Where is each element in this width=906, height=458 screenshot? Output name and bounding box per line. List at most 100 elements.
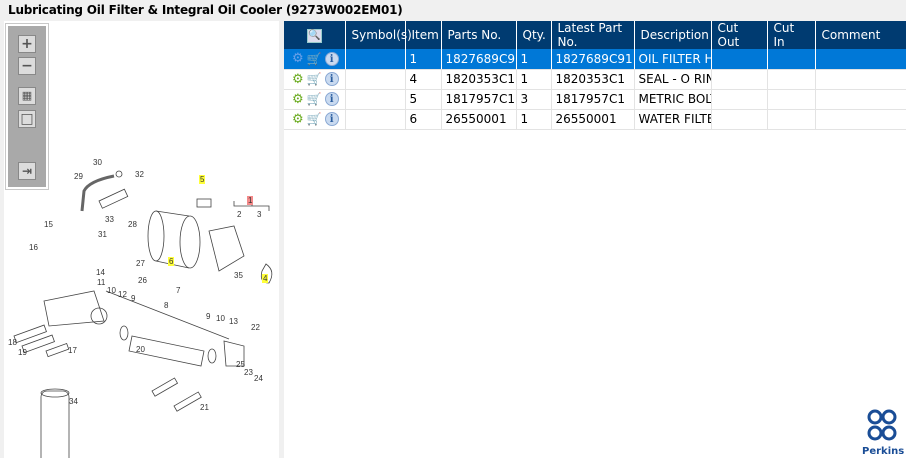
cell-symbols[interactable] xyxy=(345,89,406,110)
cell-qty[interactable]: 3 xyxy=(516,89,552,110)
cell-latest[interactable]: 1827689C91 xyxy=(551,49,635,70)
callout-27[interactable]: 27 xyxy=(136,259,145,268)
cell-comment[interactable] xyxy=(815,109,906,130)
cell-symbols[interactable] xyxy=(345,49,406,70)
table-row[interactable]: ⚙ 🛒 i 5 1817957C1 3 1817957C1 METRIC BOLT xyxy=(284,89,906,110)
callout-3[interactable]: 3 xyxy=(257,210,261,219)
cell-cut_out[interactable] xyxy=(711,89,768,110)
cell-cut_in[interactable] xyxy=(767,89,816,110)
callout-12[interactable]: 12 xyxy=(118,290,127,299)
callout-11[interactable]: 11 xyxy=(97,278,105,287)
header-parts-no[interactable]: Parts No. xyxy=(441,21,517,49)
callout-8[interactable]: 8 xyxy=(164,301,168,310)
callout-31[interactable]: 31 xyxy=(98,230,107,239)
callout-29[interactable]: 29 xyxy=(74,172,83,181)
export-button[interactable]: ⇥ xyxy=(18,162,36,180)
info-icon[interactable]: i xyxy=(324,92,339,106)
callout-20[interactable]: 20 xyxy=(136,345,145,354)
info-icon[interactable]: i xyxy=(324,51,339,66)
callout-24[interactable]: 24 xyxy=(254,374,263,383)
cell-item[interactable]: 4 xyxy=(405,69,442,90)
callout-28[interactable]: 28 xyxy=(128,220,137,229)
callout-23[interactable]: 23 xyxy=(244,368,253,377)
callout-16[interactable]: 16 xyxy=(29,243,38,252)
search-icon[interactable]: 🔍 xyxy=(306,29,322,43)
header-comment[interactable]: Comment xyxy=(815,21,906,49)
zoom-out-button[interactable]: − xyxy=(18,57,36,75)
fit-view-button[interactable]: ▦ xyxy=(18,87,36,105)
header-qty[interactable]: Qty. xyxy=(516,21,552,49)
cell-part[interactable]: 1820353C1 xyxy=(441,69,517,90)
callout-30[interactable]: 30 xyxy=(93,158,102,167)
cell-latest[interactable]: 1820353C1 xyxy=(551,69,635,90)
cell-symbols[interactable] xyxy=(345,109,406,130)
cart-icon[interactable]: 🛒 xyxy=(307,112,322,126)
callout-18[interactable]: 18 xyxy=(8,338,17,347)
cell-cut_out[interactable] xyxy=(711,49,768,70)
callout-1[interactable]: 1 xyxy=(247,196,254,205)
callout-35[interactable]: 35 xyxy=(234,271,243,280)
cell-qty[interactable]: 1 xyxy=(516,69,552,90)
callout-13[interactable]: 13 xyxy=(229,317,238,326)
cell-desc[interactable]: OIL FILTER HEA xyxy=(634,49,712,70)
callout-21[interactable]: 21 xyxy=(200,403,209,412)
callout-34[interactable]: 34 xyxy=(69,397,78,406)
cell-item[interactable]: 6 xyxy=(405,109,442,130)
cart-icon[interactable]: 🛒 xyxy=(307,92,322,106)
cell-desc[interactable]: METRIC BOLT xyxy=(634,89,712,110)
table-row[interactable]: ⚙🛒i626550001126550001WATER FILTER xyxy=(284,109,906,130)
cell-part[interactable]: 26550001 xyxy=(441,109,517,130)
cell-desc[interactable]: WATER FILTER xyxy=(634,109,712,130)
callout-6[interactable]: 6 xyxy=(168,257,175,266)
cell-cut_in[interactable] xyxy=(767,69,816,90)
cell-cut_in[interactable] xyxy=(767,109,816,130)
callout-17[interactable]: 17 xyxy=(68,346,77,355)
info-icon[interactable]: i xyxy=(324,112,339,126)
callout-5[interactable]: 5 xyxy=(199,175,206,184)
cell-cut_in[interactable] xyxy=(767,49,816,70)
cart-icon[interactable]: 🛒 xyxy=(307,52,322,66)
cell-comment[interactable] xyxy=(815,49,906,70)
callout-33[interactable]: 33 xyxy=(105,215,114,224)
callout-10b[interactable]: 10 xyxy=(216,314,225,323)
callout-10[interactable]: 10 xyxy=(107,286,116,295)
cell-symbols[interactable] xyxy=(345,69,406,90)
info-icon[interactable]: i xyxy=(324,72,339,86)
header-description[interactable]: Description xyxy=(634,21,712,49)
cell-item[interactable]: 5 xyxy=(405,89,442,110)
header-cut-in[interactable]: Cut In xyxy=(767,21,816,49)
cell-cut_out[interactable] xyxy=(711,69,768,90)
table-row[interactable]: ⚙🛒i41820353C111820353C1SEAL - O RING xyxy=(284,69,906,90)
callout-32[interactable]: 32 xyxy=(135,170,144,179)
callout-19[interactable]: 19 xyxy=(18,348,27,357)
callout-26[interactable]: 26 xyxy=(138,276,147,285)
callout-4[interactable]: 4 xyxy=(262,274,269,283)
callout-2[interactable]: 2 xyxy=(237,210,241,219)
cell-item[interactable]: 1 xyxy=(405,49,442,70)
callout-7[interactable]: 7 xyxy=(176,286,180,295)
cell-comment[interactable] xyxy=(815,89,906,110)
cell-latest[interactable]: 1817957C1 xyxy=(551,89,635,110)
search-column-header[interactable]: 🔍 xyxy=(284,21,346,49)
cell-qty[interactable]: 1 xyxy=(516,49,552,70)
cell-desc[interactable]: SEAL - O RING xyxy=(634,69,712,90)
cell-qty[interactable]: 1 xyxy=(516,109,552,130)
callout-15[interactable]: 15 xyxy=(44,220,53,229)
callout-9b[interactable]: 9 xyxy=(206,312,210,321)
table-row[interactable]: ⚙🛒i11827689C9111827689C91OIL FILTER HEA xyxy=(284,49,906,70)
zoom-in-button[interactable]: + xyxy=(18,35,36,53)
callout-14[interactable]: 14 xyxy=(96,268,105,277)
header-cut-out[interactable]: Cut Out xyxy=(711,21,768,49)
callout-9[interactable]: 9 xyxy=(131,294,135,303)
gear-icon[interactable]: ⚙ xyxy=(292,112,304,127)
actual-size-button[interactable]: □ xyxy=(18,110,36,128)
header-latest-part-no[interactable]: Latest Part No. xyxy=(551,21,635,49)
cart-icon[interactable]: 🛒 xyxy=(307,72,322,86)
cell-part[interactable]: 1827689C91 xyxy=(441,49,517,70)
cell-comment[interactable] xyxy=(815,69,906,90)
callout-22[interactable]: 22 xyxy=(251,323,260,332)
gear-icon[interactable]: ⚙ xyxy=(292,72,304,87)
cell-cut_out[interactable] xyxy=(711,109,768,130)
cell-part[interactable]: 1817957C1 xyxy=(441,89,517,110)
header-symbols[interactable]: Symbol(s) xyxy=(345,21,412,49)
